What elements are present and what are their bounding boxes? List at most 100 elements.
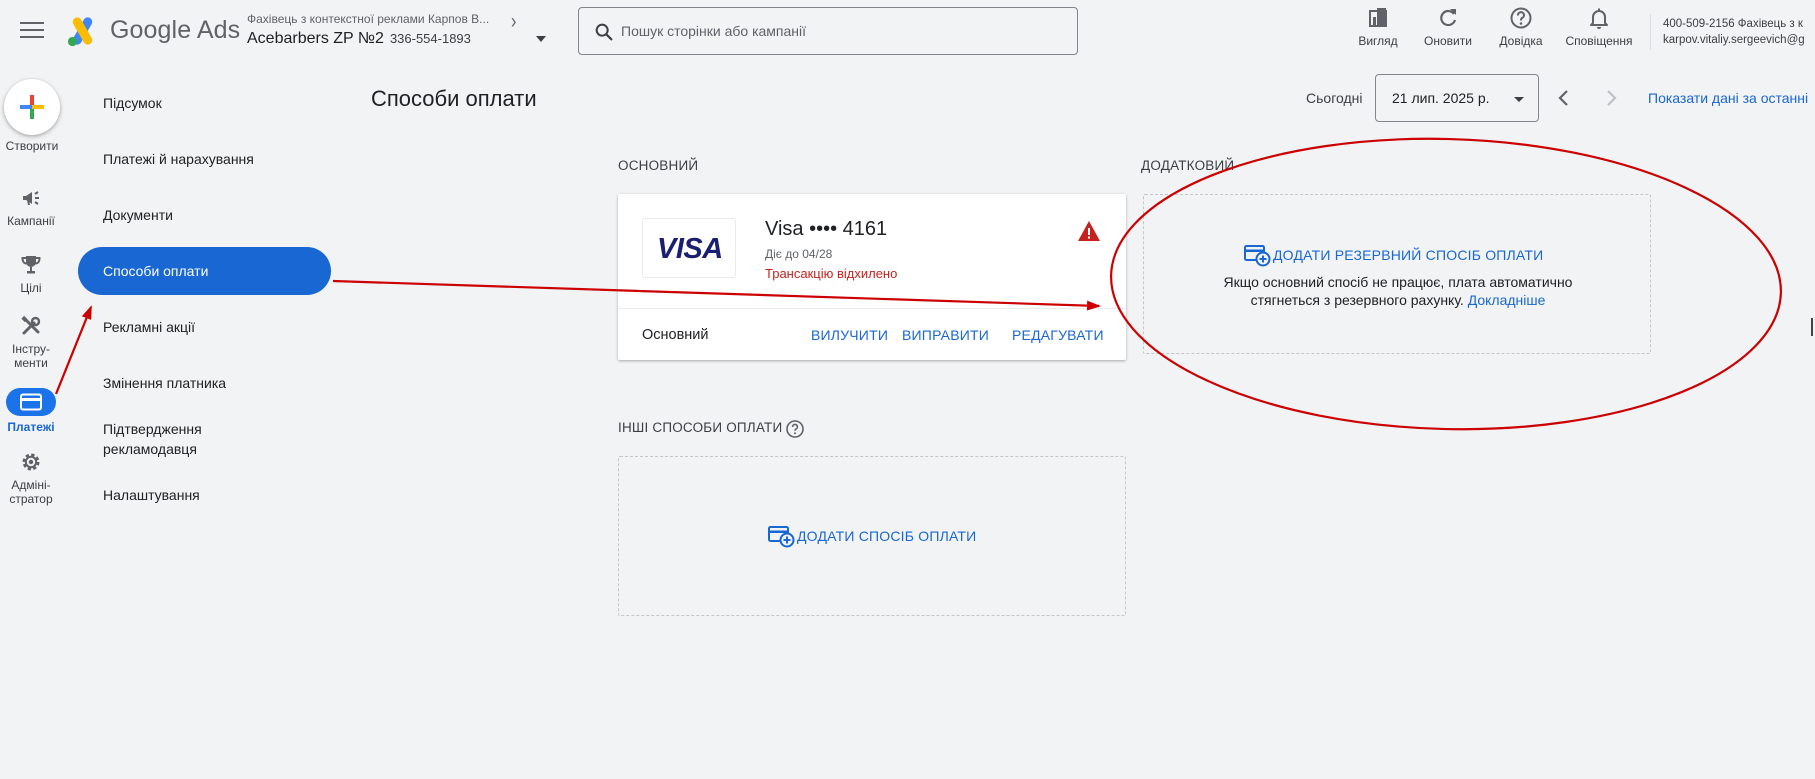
app-name: Google Ads	[110, 16, 241, 44]
backup-description: Якщо основний спосіб не працює, плата ав…	[1144, 273, 1652, 309]
backup-description-line2: стягнеться з резервного рахунку.	[1250, 292, 1464, 308]
card-status-label: Основний	[642, 327, 709, 343]
sidenav-label: Документи	[103, 207, 173, 223]
sidenav-label: Змінення платника	[103, 375, 227, 391]
card-name: Visa •••• 4161	[765, 218, 888, 240]
account-switcher[interactable]: Фахівець з контекстної реклами Карпов В.…	[247, 11, 516, 48]
learn-more-link[interactable]: Докладніше	[1468, 292, 1546, 308]
help-button[interactable]: Довідка	[1495, 6, 1547, 48]
refresh-label: Оновити	[1424, 34, 1472, 48]
rail-label-billing: Платежі	[7, 420, 55, 434]
primary-payment-card: VISA Visa •••• 4161 Діє до 04/28 Трансак…	[618, 194, 1126, 360]
bell-icon	[1590, 8, 1608, 29]
appearance-button[interactable]: Вигляд	[1355, 6, 1401, 48]
credit-card-icon	[20, 393, 42, 411]
search-icon	[595, 23, 613, 41]
sidenav-item-advertiser-verification[interactable]: Підтвердження рекламодавця	[78, 415, 278, 463]
add-backup-payment-button[interactable]: ДОДАТИ РЕЗЕРВНИЙ СПОСІБ ОПЛАТИ	[1243, 243, 1543, 267]
plus-icon	[20, 95, 44, 119]
card-expiry: Діє до 04/28	[765, 247, 833, 261]
next-period-icon[interactable]	[1599, 86, 1623, 110]
backup-section-label: ДОДАТКОВИЙ	[1141, 158, 1235, 173]
sidenav-item-promotions[interactable]: Рекламні акції	[78, 303, 331, 351]
other-methods-section-label: ІНШІ СПОСОБИ ОПЛАТИ	[618, 420, 783, 435]
top-app-bar: Google Ads Фахівець з контекстної реклам…	[0, 0, 1815, 64]
rail-label-admin: Адміні- стратор	[9, 478, 53, 506]
sidenav-label: Підтвердження рекламодавця	[103, 421, 202, 457]
user-customer-line: 400-509-2156 Фахівець з к	[1663, 18, 1803, 30]
card-error-message: Трансакцію відхилено	[765, 266, 898, 281]
search-box[interactable]	[578, 7, 1078, 55]
visa-logo: VISA	[642, 218, 736, 278]
help-label: Довідка	[1499, 34, 1543, 48]
tools-icon	[21, 315, 41, 335]
question-circle-icon[interactable]	[785, 419, 805, 439]
hamburger-menu-icon[interactable]	[18, 20, 46, 44]
help-icon	[1510, 7, 1532, 29]
create-label: Створити	[5, 139, 59, 153]
rail-active-indicator	[6, 388, 56, 416]
resize-cursor-marker	[1811, 318, 1815, 336]
fix-button[interactable]: ВИПРАВИТИ	[902, 327, 989, 343]
add-payment-method-button[interactable]: ДОДАТИ СПОСІБ ОПЛАТИ	[767, 524, 976, 548]
rail-item-billing[interactable]: Платежі	[0, 388, 62, 434]
page-title: Способи оплати	[371, 86, 537, 111]
rail-item-tools[interactable]: Інстру- менти	[0, 314, 62, 370]
show-data-link[interactable]: Показати дані за останні	[1648, 90, 1808, 106]
sidenav-item-transactions[interactable]: Платежі й нарахування	[78, 135, 331, 183]
appearance-icon	[1369, 8, 1387, 27]
rail-item-admin[interactable]: Адміні- стратор	[0, 450, 62, 506]
sidenav-label: Способи оплати	[103, 263, 209, 279]
rail-label-tools: Інстру- менти	[12, 342, 50, 370]
card-divider	[618, 308, 1126, 309]
sidenav-item-change-payer[interactable]: Змінення платника	[78, 359, 331, 407]
sidenav-label: Платежі й нарахування	[103, 151, 254, 167]
refresh-icon	[1440, 9, 1457, 27]
sidenav-item-summary[interactable]: Підсумок	[78, 79, 331, 127]
date-picker[interactable]: 21 лип. 2025 р.	[1375, 74, 1539, 122]
rail-label-campaigns: Кампанії	[7, 214, 55, 228]
account-title: Acebarbers ZP №2 336-554-1893	[247, 30, 507, 48]
notifications-label: Сповіщення	[1565, 34, 1633, 48]
refresh-button[interactable]: Оновити	[1420, 6, 1476, 48]
date-value: 21 лип. 2025 р.	[1392, 90, 1490, 106]
add-backup-payment-label: ДОДАТИ РЕЗЕРВНИЙ СПОСІБ ОПЛАТИ	[1273, 247, 1544, 263]
search-input[interactable]	[621, 8, 1061, 54]
date-dropdown-icon	[1514, 97, 1524, 102]
previous-period-icon[interactable]	[1552, 86, 1576, 110]
other-payment-methods-box: ДОДАТИ СПОСІБ ОПЛАТИ	[618, 456, 1126, 616]
appearance-label: Вигляд	[1358, 34, 1398, 48]
warning-icon	[1078, 221, 1100, 241]
user-email: karpov.vitaliy.sergeevich@g	[1663, 34, 1805, 46]
primary-section-label: ОСНОВНИЙ	[618, 158, 699, 173]
sidenav-item-payment-methods[interactable]: Способи оплати	[78, 247, 331, 295]
notifications-button[interactable]: Сповіщення	[1561, 6, 1637, 48]
megaphone-icon	[23, 191, 39, 205]
gear-icon	[22, 453, 40, 471]
add-payment-method-label: ДОДАТИ СПОСІБ ОПЛАТИ	[797, 528, 977, 544]
account-subtitle: Фахівець з контекстної реклами Карпов В.…	[247, 12, 490, 26]
today-label: Сьогодні	[1306, 90, 1363, 106]
user-account-menu[interactable]: 400-509-2156 Фахівець з к karpov.vitaliy…	[1663, 16, 1815, 48]
sidenav-item-documents[interactable]: Документи	[78, 191, 331, 239]
backup-description-line1: Якщо основний спосіб не працює, плата ав…	[1223, 274, 1573, 290]
edit-button[interactable]: РЕДАГУВАТИ	[1012, 327, 1104, 343]
backup-payment-box: ДОДАТИ РЕЗЕРВНИЙ СПОСІБ ОПЛАТИ Якщо осно…	[1143, 194, 1651, 354]
sidenav-label: Налаштування	[103, 487, 200, 503]
chevron-right-icon[interactable]: ›	[511, 11, 516, 34]
add-card-icon	[1244, 245, 1271, 267]
header-divider	[1650, 14, 1651, 50]
account-dropdown-icon[interactable]	[536, 36, 546, 42]
rail-item-goals[interactable]: Цілі	[0, 253, 62, 295]
sidenav-item-settings[interactable]: Налаштування	[78, 471, 331, 519]
add-card-icon	[768, 526, 795, 548]
rail-item-campaigns[interactable]: Кампанії	[0, 186, 62, 228]
account-id: 336-554-1893	[389, 31, 471, 46]
trophy-icon	[21, 256, 41, 274]
account-name: Acebarbers ZP №2	[247, 30, 384, 47]
remove-button[interactable]: ВИЛУЧИТИ	[811, 327, 888, 343]
create-button[interactable]	[4, 79, 60, 135]
sidenav-label: Рекламні акції	[103, 319, 196, 335]
sidenav-label: Підсумок	[103, 95, 162, 111]
google-ads-logo-icon	[67, 17, 93, 47]
